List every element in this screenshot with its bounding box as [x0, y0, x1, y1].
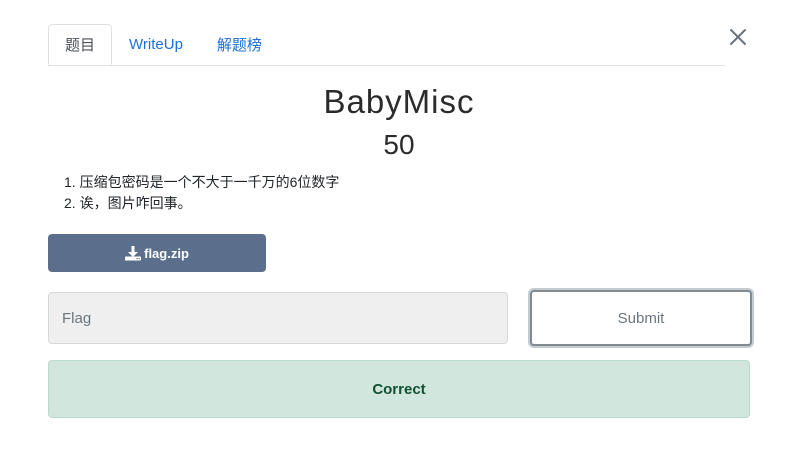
tab-solves-label: 解题榜 — [216, 37, 262, 54]
description-line: 1. 压缩包密码是一个不大于一千万的6位数字 — [64, 174, 340, 190]
close-button[interactable] — [724, 24, 752, 52]
challenge-description: 1. 压缩包密码是一个不大于一千万的6位数字 2. 诶，图片咋回事。 — [64, 172, 339, 214]
submit-button[interactable]: Submit — [530, 290, 752, 346]
challenge-title: BabyMisc — [323, 83, 475, 120]
result-alert: Correct — [48, 360, 750, 418]
tab-writeup[interactable]: WriteUp — [112, 24, 200, 65]
tab-solves[interactable]: 解题榜 — [200, 24, 279, 65]
download-file-label: flag.zip — [144, 245, 189, 261]
download-file-button[interactable]: flag.zip — [48, 234, 266, 272]
submit-button-label: Submit — [617, 309, 665, 327]
flag-input[interactable] — [48, 292, 508, 344]
challenge-tabs: 题目 WriteUp 解题榜 — [48, 24, 725, 66]
tab-challenge[interactable]: 题目 — [48, 24, 113, 65]
result-message: Correct — [372, 380, 426, 398]
challenge-modal: 题目 WriteUp 解题榜 BabyMisc 50 1. 压缩包密码是一个不大… — [0, 0, 798, 458]
tab-writeup-label: WriteUp — [129, 36, 183, 53]
description-line: 2. 诶，图片咋回事。 — [64, 195, 192, 211]
download-icon — [125, 245, 142, 261]
close-icon — [730, 29, 746, 45]
challenge-points: 50 — [383, 129, 415, 160]
tab-challenge-label: 题目 — [65, 37, 96, 54]
